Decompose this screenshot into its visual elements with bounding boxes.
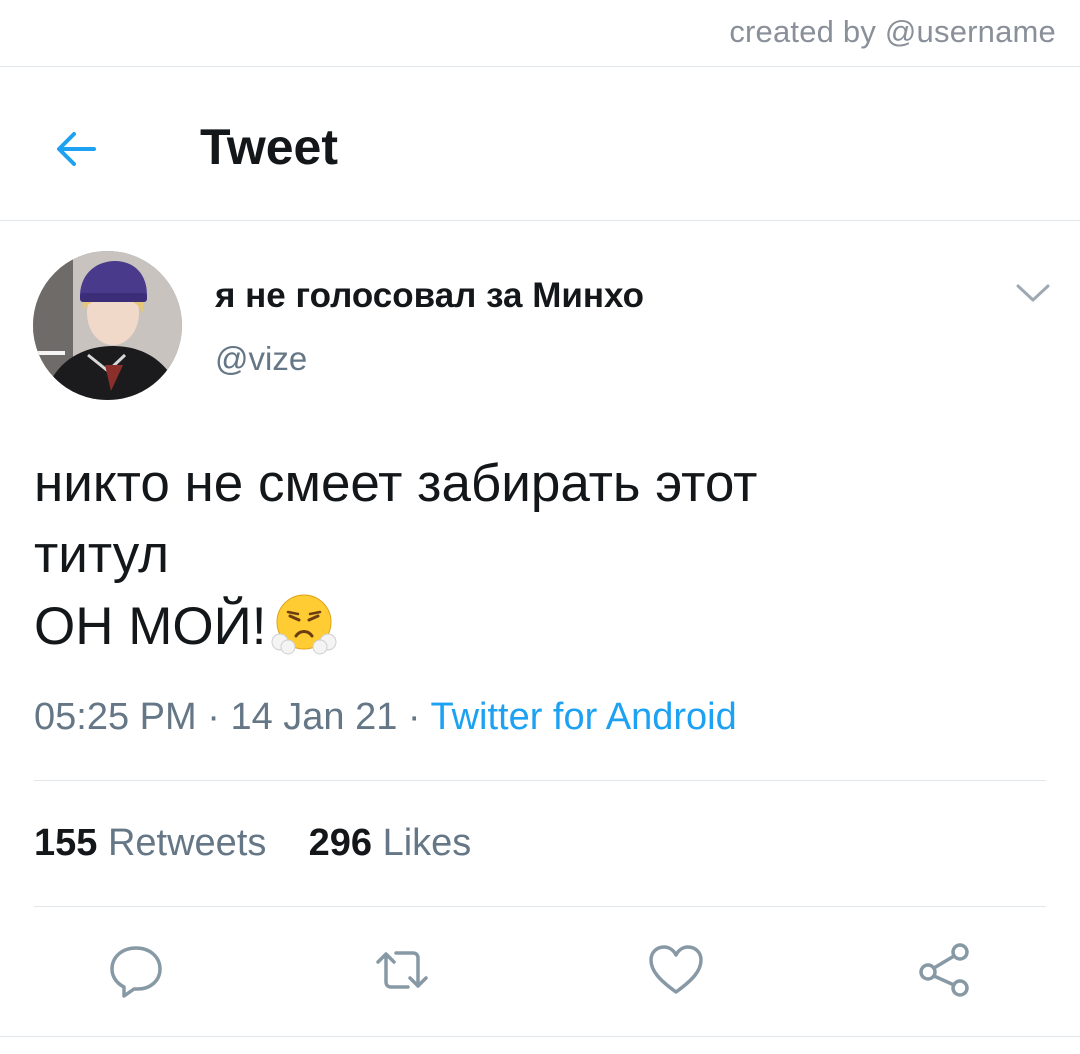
retweet-button[interactable] [370,938,434,1002]
share-button[interactable] [914,938,978,1002]
tweet-meta: 05:25 PM · 14 Jan 21 · Twitter for Andro… [34,696,737,739]
likes-stat[interactable]: 296 Likes [309,822,472,864]
tweet-source-link[interactable]: Twitter for Android [430,696,736,738]
tweet-time: 05:25 PM [34,696,197,738]
tweet-text-line: никто не смеет забирать этот [34,454,758,513]
meta-separator: · [407,696,421,738]
divider [0,1036,1080,1037]
tweet-text-line: титул [34,525,170,584]
heart-icon [649,945,703,994]
tweet-text: никто не смеет забирать этот титул ОН МО… [34,448,757,662]
likes-label: Likes [382,822,472,864]
tweet-text-line-last: ОН МОЙ! [34,590,757,662]
divider [34,906,1046,907]
retweets-label: Retweets [107,822,267,864]
avatar[interactable] [33,251,182,400]
tweet-date: 14 Jan 21 [230,696,398,738]
reply-button[interactable] [104,938,168,1002]
retweets-count: 155 [34,822,98,864]
reply-icon [110,946,162,998]
divider [0,66,1080,67]
watermark: created by @username [729,14,1056,49]
arrow-left-icon [57,132,96,166]
chevron-down-icon [1016,284,1050,302]
retweet-icon [376,951,428,989]
share-icon [919,943,969,997]
retweets-stat[interactable]: 155 Retweets [34,822,266,864]
face-with-steam-from-nose-emoji-icon [271,594,337,655]
divider [0,220,1080,221]
page-title: Tweet [200,119,338,175]
tweet-text-line: ОН МОЙ! [34,597,267,656]
display-name[interactable]: я не голосовал за Минхо [215,276,644,316]
avatar-photo [33,251,182,400]
likes-count: 296 [308,822,373,864]
back-button[interactable] [50,122,104,176]
like-button[interactable] [644,938,708,1002]
divider [34,780,1046,781]
tweet-stats: 155 Retweets 296 Likes [34,822,471,865]
user-handle[interactable]: @vize [215,340,307,378]
more-options-button[interactable] [1013,278,1053,308]
meta-separator: · [207,696,220,738]
